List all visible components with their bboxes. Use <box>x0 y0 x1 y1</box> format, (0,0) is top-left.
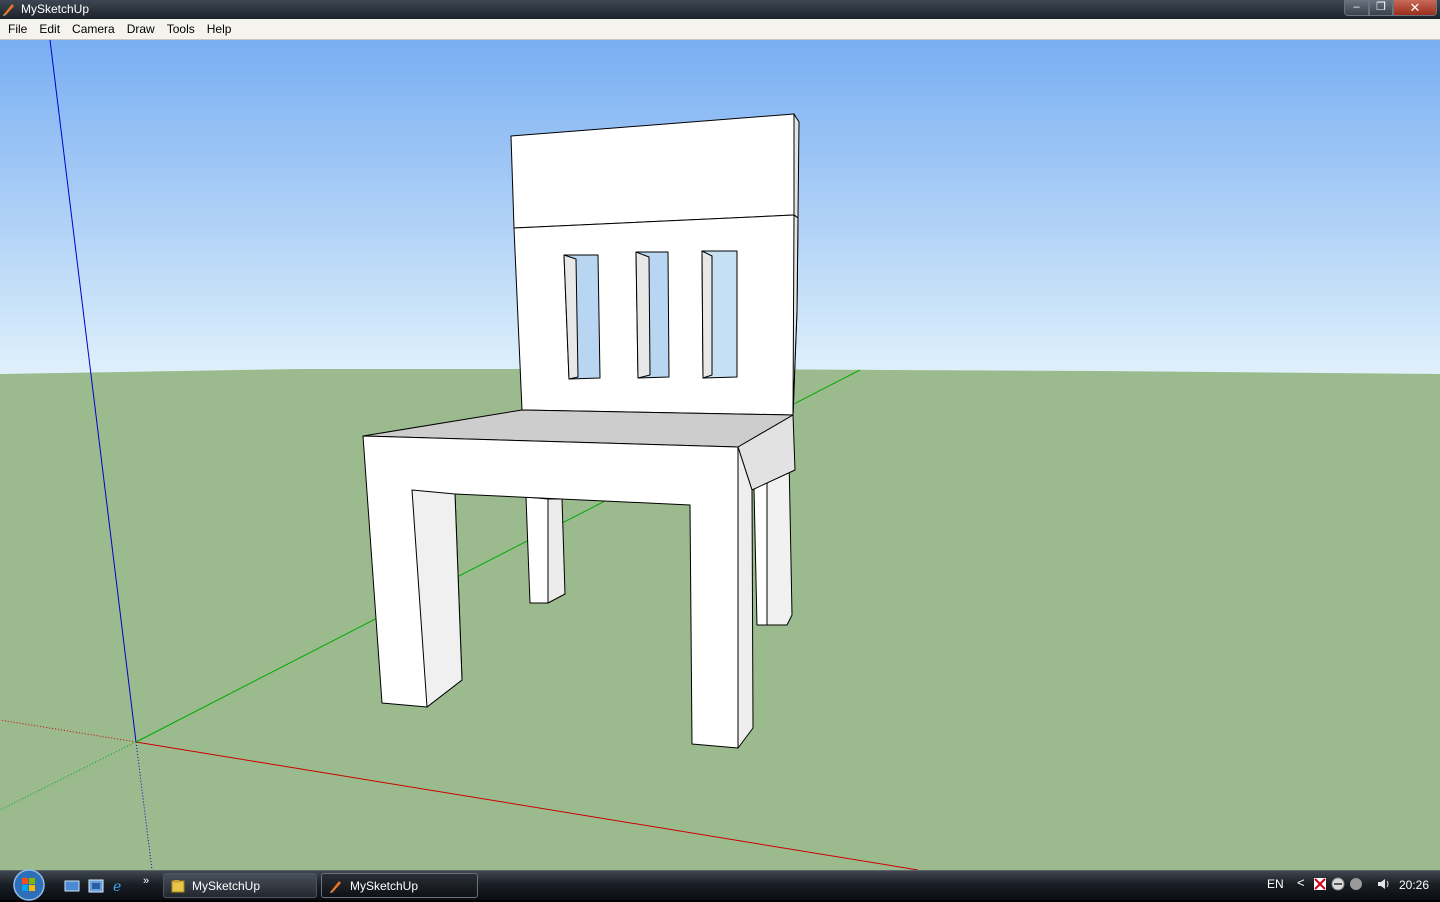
window-title: MySketchUp <box>21 2 90 16</box>
taskbar-item-sketchup[interactable]: MySketchUp <box>321 873 478 898</box>
backrest-slot-3 <box>701 250 738 379</box>
messenger-icon[interactable] <box>1349 877 1363 891</box>
menu-bar: File Edit Camera Draw Tools Help <box>0 19 1440 40</box>
start-button-icon[interactable] <box>7 869 51 902</box>
antivirus-icon[interactable] <box>1313 877 1327 891</box>
volume-icon[interactable] <box>1377 877 1391 891</box>
maximize-button[interactable]: ❐ <box>1369 0 1393 16</box>
svg-text:e: e <box>113 879 121 893</box>
system-clock[interactable]: 20:26 <box>1399 878 1429 892</box>
menu-draw[interactable]: Draw <box>121 19 161 39</box>
taskbar-item-label: MySketchUp <box>192 879 261 893</box>
quick-launch-more-button[interactable]: » <box>143 875 149 887</box>
window-title-bar: MySketchUp – ❐ ✕ <box>0 0 1440 19</box>
language-indicator[interactable]: EN <box>1267 877 1284 891</box>
taskbar: e » MySketchUp MySketchUp EN < 20:26 <box>0 869 1440 902</box>
sketchup-app-icon <box>3 4 14 16</box>
back-left-leg <box>525 496 566 604</box>
show-desktop-icon[interactable] <box>64 879 80 893</box>
menu-edit[interactable]: Edit <box>33 19 66 39</box>
menu-camera[interactable]: Camera <box>66 19 121 39</box>
network-icon[interactable] <box>1331 877 1345 891</box>
backrest-slot-1 <box>563 254 601 380</box>
menu-tools[interactable]: Tools <box>161 19 201 39</box>
folder-icon <box>171 880 185 893</box>
minimize-button[interactable]: – <box>1344 0 1369 16</box>
chair-backrest <box>510 113 800 416</box>
taskbar-item-label: MySketchUp <box>350 879 419 893</box>
taskbar-item-folder[interactable]: MySketchUp <box>163 873 317 898</box>
internet-explorer-icon[interactable]: e <box>111 879 127 893</box>
drawing-viewport[interactable] <box>0 40 1440 870</box>
backrest-slot-2 <box>635 251 670 379</box>
close-button[interactable]: ✕ <box>1393 0 1437 16</box>
switch-windows-icon[interactable] <box>88 879 104 893</box>
scene-canvas[interactable] <box>0 40 1440 870</box>
show-hidden-icons-button[interactable]: < <box>1297 875 1305 890</box>
menu-help[interactable]: Help <box>201 19 238 39</box>
menu-file[interactable]: File <box>2 19 33 39</box>
sketchup-icon <box>330 881 341 893</box>
